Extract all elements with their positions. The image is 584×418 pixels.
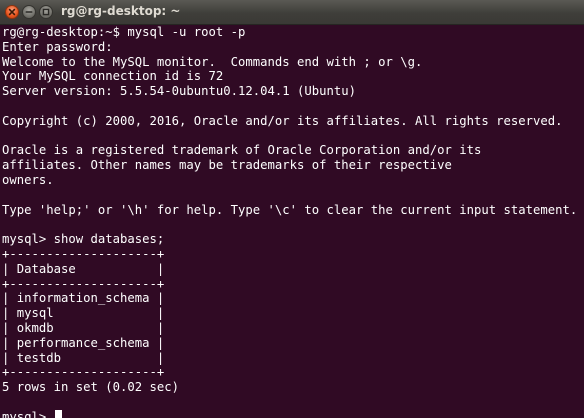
mysql-prompt: mysql> (2, 409, 54, 418)
terminal-line: +--------------------+ (2, 276, 165, 291)
terminal-line: Oracle is a registered trademark of Orac… (2, 143, 482, 158)
terminal-line: 5 rows in set (0.02 sec) (2, 380, 180, 395)
terminal-line: Server version: 5.5.54-0ubuntu0.12.04.1 … (2, 84, 357, 99)
terminal-line: | Database | (2, 261, 165, 276)
terminal-line: Enter password: (2, 39, 113, 54)
minimize-icon (25, 11, 33, 13)
terminal-line: rg@rg-desktop:~$ mysql -u root -p (2, 25, 246, 39)
text-cursor (54, 409, 62, 418)
terminal-line: Copyright (c) 2000, 2016, Oracle and/or … (2, 113, 563, 128)
title-bar[interactable]: rg@rg-desktop: ~ (0, 0, 584, 25)
terminal-line: +--------------------+ (2, 246, 165, 261)
terminal-line: mysql> show databases; (2, 232, 165, 247)
terminal-line: | okmdb | (2, 320, 165, 335)
maximize-button[interactable] (39, 5, 53, 19)
terminal-window: rg@rg-desktop: ~ rg@rg-desktop:~$ mysql … (0, 0, 584, 418)
close-icon (8, 8, 16, 16)
terminal-line: | performance_schema | (2, 335, 165, 350)
minimize-button[interactable] (22, 5, 36, 19)
terminal-line: Your MySQL connection id is 72 (2, 69, 224, 84)
terminal-line: | testdb | (2, 350, 165, 365)
maximize-icon (42, 8, 50, 16)
terminal-line: | mysql | (2, 306, 165, 321)
window-title: rg@rg-desktop: ~ (61, 4, 181, 18)
window-controls (5, 5, 53, 19)
terminal-line: Type 'help;' or '\h' for help. Type '\c'… (2, 202, 578, 217)
prompt-line: mysql> (2, 409, 580, 418)
close-button[interactable] (5, 5, 19, 19)
terminal-line: | information_schema | (2, 291, 165, 306)
terminal-output[interactable]: rg@rg-desktop:~$ mysql -u root -p Enter p… (2, 25, 580, 418)
terminal-line: +--------------------+ (2, 365, 165, 380)
terminal-line: Welcome to the MySQL monitor. Commands e… (2, 54, 423, 69)
terminal-line: affiliates. Other names may be trademark… (2, 158, 452, 173)
terminal-line: owners. (2, 172, 54, 187)
